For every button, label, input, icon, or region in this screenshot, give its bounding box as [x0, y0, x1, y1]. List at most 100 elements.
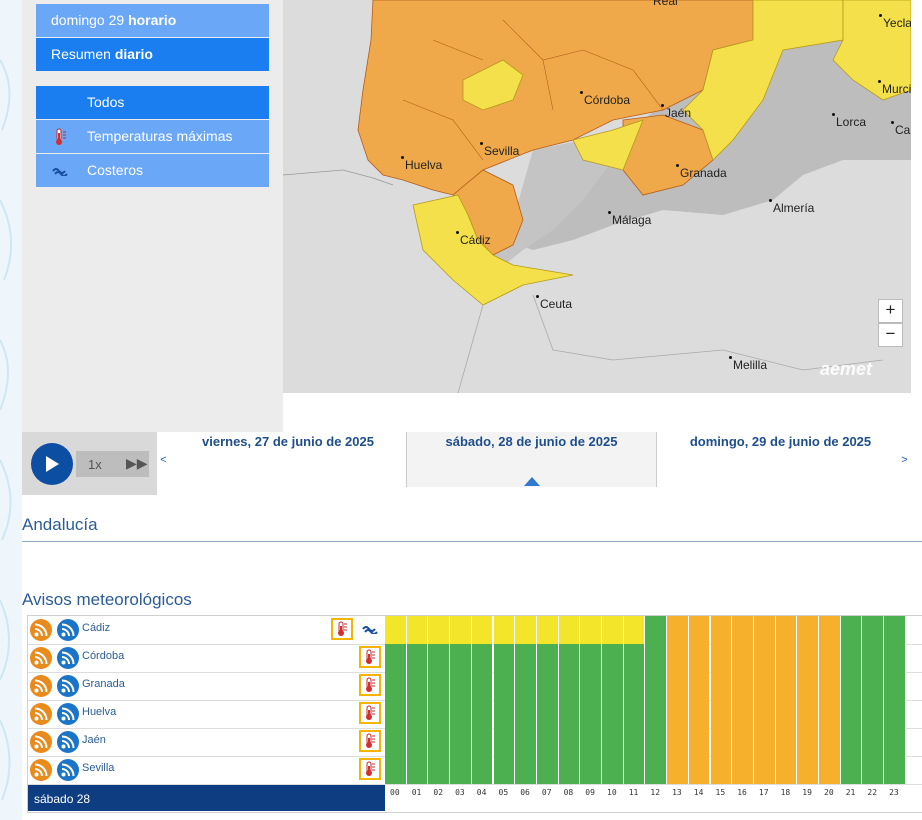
hour-cell[interactable] — [385, 616, 407, 644]
hour-cell[interactable] — [536, 672, 559, 700]
hour-cell[interactable] — [580, 728, 602, 756]
daily-summary-item[interactable]: Resumen diario — [36, 38, 269, 71]
hour-cell[interactable] — [406, 672, 429, 700]
hour-cell[interactable] — [558, 644, 581, 672]
hour-cell[interactable] — [797, 700, 819, 728]
hour-cell[interactable] — [493, 644, 516, 672]
hour-cell[interactable] — [428, 616, 451, 644]
hour-cell[interactable] — [840, 672, 863, 700]
hour-cell[interactable] — [775, 756, 798, 784]
rss-icon[interactable] — [57, 759, 79, 781]
hour-cell[interactable] — [428, 756, 451, 784]
hour-cell[interactable] — [450, 700, 472, 728]
timeline-prev-button[interactable]: < — [157, 432, 170, 487]
province-link[interactable]: Sevilla — [82, 762, 114, 774]
hour-cell[interactable] — [623, 644, 646, 672]
hour-cell[interactable] — [645, 672, 668, 700]
zoom-in-button[interactable]: + — [878, 299, 903, 323]
hour-cell[interactable] — [536, 644, 559, 672]
hour-cell[interactable] — [840, 728, 863, 756]
hour-cell[interactable] — [450, 728, 472, 756]
hour-cell[interactable] — [580, 700, 602, 728]
hour-cell[interactable] — [406, 700, 429, 728]
hour-cell[interactable] — [797, 728, 819, 756]
hour-cell[interactable] — [623, 756, 646, 784]
rss-icon[interactable] — [57, 619, 79, 641]
hour-cell[interactable] — [819, 644, 841, 672]
hour-cell[interactable] — [493, 616, 516, 644]
hour-cell[interactable] — [688, 644, 711, 672]
hour-cell[interactable] — [862, 644, 885, 672]
hour-cell[interactable] — [884, 756, 906, 784]
hour-cell[interactable] — [667, 700, 689, 728]
day-tab-friday[interactable]: viernes, 27 de junio de 2025 — [170, 432, 406, 487]
hour-cell[interactable] — [623, 728, 646, 756]
hour-cell[interactable] — [580, 616, 602, 644]
hour-cell[interactable] — [667, 616, 689, 644]
hour-cell[interactable] — [558, 728, 581, 756]
hour-cell[interactable] — [710, 700, 733, 728]
hour-cell[interactable] — [471, 700, 494, 728]
hour-cell[interactable] — [406, 644, 429, 672]
hour-cell[interactable] — [753, 728, 776, 756]
hour-cell[interactable] — [667, 756, 689, 784]
hour-cell[interactable] — [840, 616, 863, 644]
hour-cell[interactable] — [536, 728, 559, 756]
hour-cell[interactable] — [732, 644, 754, 672]
hour-cell[interactable] — [602, 728, 624, 756]
hour-cell[interactable] — [862, 700, 885, 728]
hour-cell[interactable] — [602, 672, 624, 700]
hour-cell[interactable] — [710, 756, 733, 784]
hour-cell[interactable] — [710, 672, 733, 700]
rss-icon[interactable] — [30, 731, 52, 753]
hour-cell[interactable] — [775, 700, 798, 728]
rss-icon[interactable] — [30, 647, 52, 669]
province-link[interactable]: Cádiz — [82, 622, 110, 634]
hour-cell[interactable] — [385, 728, 407, 756]
hour-cell[interactable] — [645, 756, 668, 784]
hour-cell[interactable] — [471, 616, 494, 644]
hour-cell[interactable] — [385, 672, 407, 700]
hour-cell[interactable] — [558, 756, 581, 784]
rss-icon[interactable] — [30, 619, 52, 641]
hour-cell[interactable] — [884, 728, 906, 756]
hour-cell[interactable] — [428, 700, 451, 728]
hour-cell[interactable] — [406, 756, 429, 784]
hour-cell[interactable] — [732, 728, 754, 756]
hour-cell[interactable] — [667, 644, 689, 672]
hour-cell[interactable] — [645, 644, 668, 672]
hour-cell[interactable] — [667, 672, 689, 700]
hour-cell[interactable] — [840, 756, 863, 784]
hour-cell[interactable] — [797, 644, 819, 672]
hour-cell[interactable] — [688, 616, 711, 644]
hour-cell[interactable] — [732, 672, 754, 700]
hour-cell[interactable] — [450, 644, 472, 672]
hour-cell[interactable] — [385, 756, 407, 784]
hour-cell[interactable] — [602, 756, 624, 784]
hour-cell[interactable] — [623, 672, 646, 700]
rss-icon[interactable] — [30, 675, 52, 697]
hour-cell[interactable] — [428, 728, 451, 756]
rss-icon[interactable] — [57, 647, 79, 669]
hour-cell[interactable] — [536, 700, 559, 728]
hour-cell[interactable] — [775, 616, 798, 644]
hour-cell[interactable] — [623, 616, 646, 644]
hour-cell[interactable] — [753, 756, 776, 784]
hour-cell[interactable] — [558, 672, 581, 700]
hour-cell[interactable] — [580, 756, 602, 784]
hour-cell[interactable] — [515, 700, 537, 728]
hour-cell[interactable] — [515, 672, 537, 700]
rss-icon[interactable] — [57, 731, 79, 753]
hour-cell[interactable] — [515, 756, 537, 784]
hour-cell[interactable] — [840, 644, 863, 672]
hour-cell[interactable] — [471, 756, 494, 784]
hour-cell[interactable] — [862, 672, 885, 700]
hour-cell[interactable] — [862, 728, 885, 756]
hour-cell[interactable] — [493, 756, 516, 784]
warnings-map[interactable]: Real Yecla Murci Córdoba Jaén Lorca Ca S… — [283, 0, 911, 393]
hour-cell[interactable] — [558, 616, 581, 644]
day-tab-sunday[interactable]: domingo, 29 de junio de 2025 — [657, 432, 904, 487]
hour-cell[interactable] — [753, 616, 776, 644]
rss-icon[interactable] — [30, 703, 52, 725]
hour-cell[interactable] — [471, 728, 494, 756]
